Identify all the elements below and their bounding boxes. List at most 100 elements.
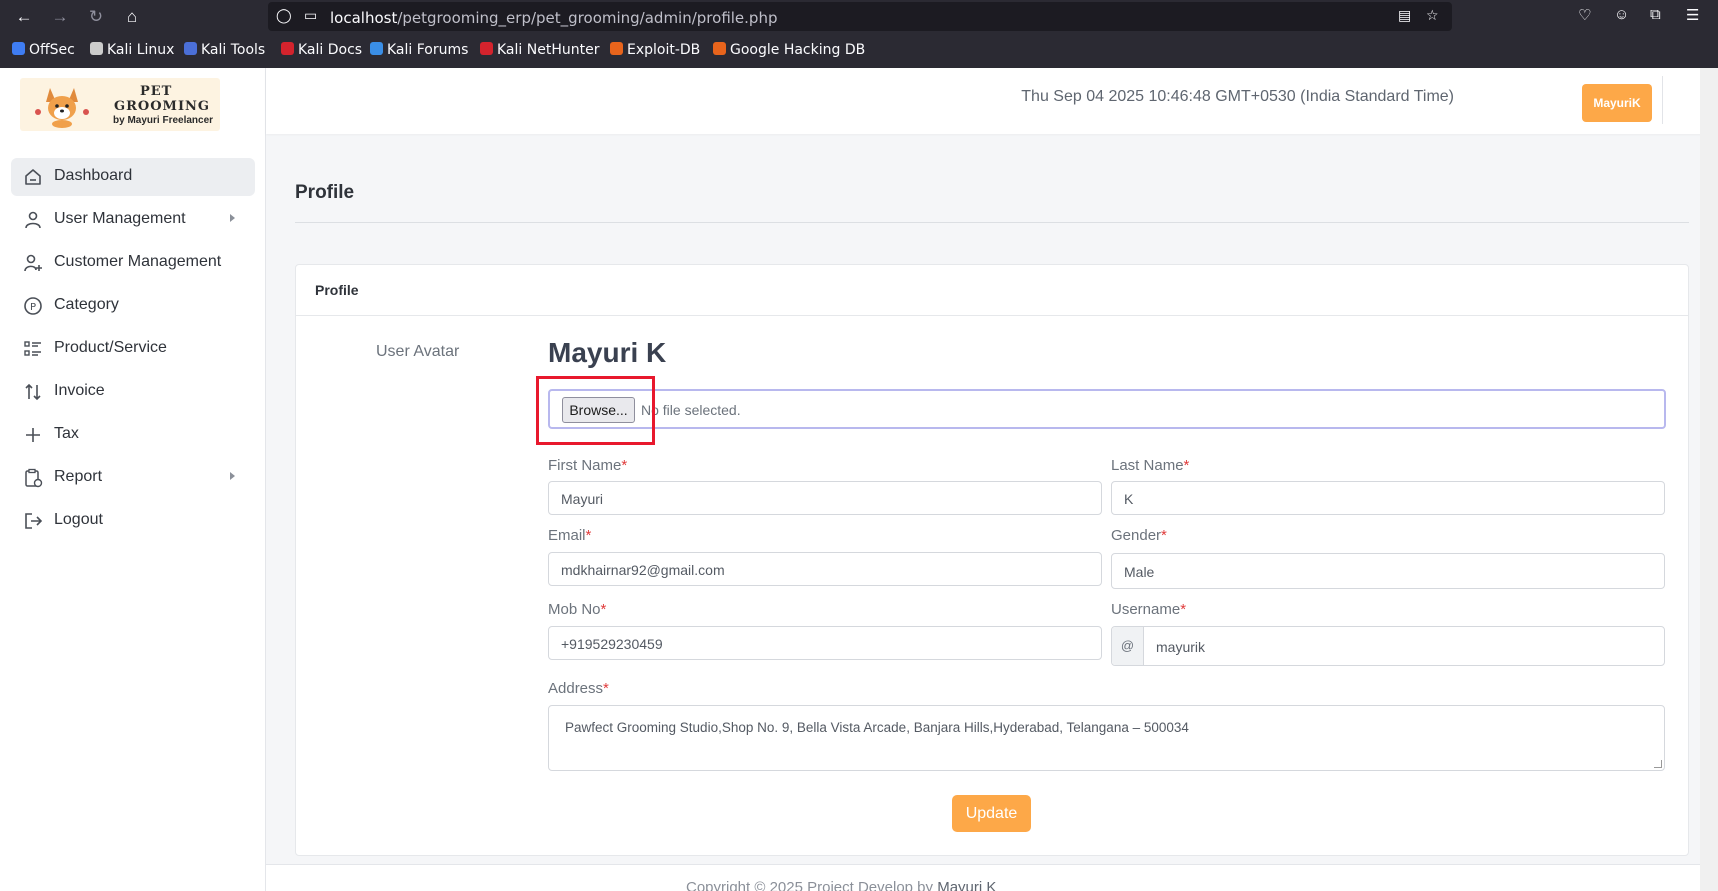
gender-value: Male (1124, 564, 1155, 580)
caret-right-icon (230, 214, 235, 222)
sidebar-item-product-service[interactable]: Product/Service (11, 330, 255, 368)
bookmark-google-hacking-db[interactable]: Google Hacking DB (713, 42, 865, 58)
card-header: Profile (296, 265, 1688, 316)
url-text[interactable]: localhost/petgrooming_erp/pet_grooming/a… (330, 9, 777, 27)
username-field[interactable]: @ mayurik (1111, 626, 1665, 666)
page-scrollbar[interactable] (1700, 68, 1718, 891)
shield-icon[interactable]: ◯ (276, 7, 292, 24)
user-plus-icon (24, 254, 42, 272)
sidebar-item-label: Logout (54, 511, 103, 528)
bookmarks-bar: OffSec Kali Linux Kali Tools Kali Docs K… (0, 39, 1718, 65)
bookmark-offsec[interactable]: OffSec (12, 42, 75, 58)
avatar[interactable] (1662, 76, 1702, 124)
gender-select[interactable]: Male (1111, 553, 1665, 589)
url-path: /petgrooming_erp/pet_grooming/admin/prof… (397, 9, 778, 27)
sidebar-item-user-management[interactable]: User Management (11, 201, 255, 239)
forward-arrow-icon[interactable]: → (48, 5, 72, 29)
browser-toolbar: ← → ↻ ⌂ ◯ ▭ localhost/petgrooming_erp/pe… (0, 0, 1718, 68)
first-name-field[interactable]: Mayuri (548, 481, 1102, 515)
sidebar-item-invoice[interactable]: Invoice (11, 373, 255, 411)
address-textarea[interactable]: Pawfect Grooming Studio,Shop No. 9, Bell… (548, 705, 1665, 771)
title-divider (295, 222, 1689, 223)
gender-label: Gender* (1111, 527, 1167, 544)
kali-tools-icon (184, 42, 197, 55)
required-marker: * (621, 457, 628, 474)
bookmark-kali-nethunter[interactable]: Kali NetHunter (480, 42, 599, 58)
nethunter-icon (480, 42, 493, 55)
last-name-value: K (1124, 491, 1134, 507)
sidebar-item-label: Product/Service (54, 339, 167, 356)
file-status-text: No file selected. (641, 402, 741, 418)
avatar-file-input[interactable]: Browse... No file selected. (548, 389, 1666, 429)
star-icon[interactable]: ☆ (1426, 7, 1439, 24)
resize-handle-icon[interactable] (1654, 760, 1662, 768)
user-menu-button[interactable]: MayuriK (1582, 84, 1652, 122)
extensions-icon[interactable]: ⧉ (1650, 6, 1661, 23)
menu-icon[interactable]: ☰ (1686, 6, 1699, 24)
required-marker: * (585, 527, 592, 544)
username-label: Username* (1111, 601, 1187, 618)
at-prefix: @ (1112, 627, 1144, 665)
sidebar-item-customer-management[interactable]: Customer Management (11, 244, 255, 282)
reload-icon[interactable]: ↻ (84, 5, 108, 29)
footer: Copyright © 2025 Project Develop by Mayu… (266, 864, 1700, 891)
home-icon[interactable]: ⌂ (120, 5, 144, 29)
sidebar-item-label: Tax (54, 425, 79, 442)
sidebar-item-dashboard[interactable]: Dashboard (11, 158, 255, 196)
email-value: mdkhairnar92@gmail.com (561, 562, 725, 578)
sidebar-item-label: Dashboard (54, 167, 133, 184)
profile-full-name: Mayuri K (548, 337, 667, 368)
footer-author-link[interactable]: Mayuri K (937, 879, 996, 891)
address-label: Address* (548, 680, 609, 697)
logo-line-3: by Mayuri Freelancer (113, 115, 214, 126)
sidebar-item-label: User Management (54, 210, 186, 227)
card-title: Profile (315, 282, 359, 298)
sidebar-item-label: Report (54, 468, 103, 485)
top-header: Thu Sep 04 2025 10:46:48 GMT+0530 (India… (266, 68, 1718, 134)
sort-arrows-icon (25, 383, 41, 401)
highlight-box (536, 376, 655, 445)
update-button[interactable]: Update (952, 795, 1031, 832)
bookmark-kali-docs[interactable]: Kali Docs (281, 42, 362, 58)
sidebar-item-report[interactable]: Report (11, 459, 255, 497)
bookmark-kali-forums[interactable]: Kali Forums (370, 42, 468, 58)
sidebar-item-tax[interactable]: Tax (11, 416, 255, 454)
reader-view-icon[interactable]: ▤ (1398, 7, 1411, 24)
kali-forums-icon (370, 42, 383, 55)
last-name-field[interactable]: K (1111, 481, 1665, 515)
address-value: Pawfect Grooming Studio,Shop No. 9, Bell… (565, 720, 1189, 735)
required-marker: * (1161, 527, 1167, 544)
pocket-icon[interactable]: ♡ (1578, 6, 1591, 24)
first-name-label: First Name* (548, 457, 628, 474)
clipboard-icon (25, 468, 43, 488)
email-label: Email* (548, 527, 592, 544)
pet-grooming-logo[interactable]: PET GROOMING by Mayuri Freelancer (20, 78, 220, 131)
offsec-icon (12, 42, 25, 55)
mobile-label: Mob No* (548, 601, 607, 618)
sidebar-item-label: Customer Management (54, 253, 222, 270)
user-icon (25, 211, 41, 229)
mobile-field[interactable]: +919529230459 (548, 626, 1102, 660)
sidebar-item-logout[interactable]: Logout (11, 502, 255, 540)
user-avatar-label: User Avatar (376, 343, 460, 360)
username-value: mayurik (1156, 639, 1206, 655)
last-name-label: Last Name* (1111, 457, 1190, 474)
required-marker: * (1180, 601, 1187, 618)
back-arrow-icon[interactable]: ← (12, 5, 36, 29)
required-marker: * (603, 680, 609, 697)
email-field[interactable]: mdkhairnar92@gmail.com (548, 552, 1102, 586)
required-marker: * (600, 601, 607, 618)
sidebar-item-label: Invoice (54, 382, 105, 399)
header-datetime: Thu Sep 04 2025 10:46:48 GMT+0530 (India… (1021, 88, 1454, 105)
home-icon (25, 169, 41, 185)
caret-right-icon (230, 472, 235, 480)
bookmark-kali-tools[interactable]: Kali Tools (184, 42, 265, 58)
sidebar-item-category[interactable]: P Category (11, 287, 255, 325)
bookmark-exploit-db[interactable]: Exploit-DB (610, 42, 700, 58)
bookmark-kali-linux[interactable]: Kali Linux (90, 42, 174, 58)
logout-icon (25, 513, 43, 529)
plus-icon (26, 428, 40, 442)
account-icon[interactable]: ☺ (1614, 6, 1629, 23)
url-bar[interactable]: ◯ ▭ localhost/petgrooming_erp/pet_groomi… (268, 2, 1452, 31)
exploit-db-icon (610, 42, 623, 55)
